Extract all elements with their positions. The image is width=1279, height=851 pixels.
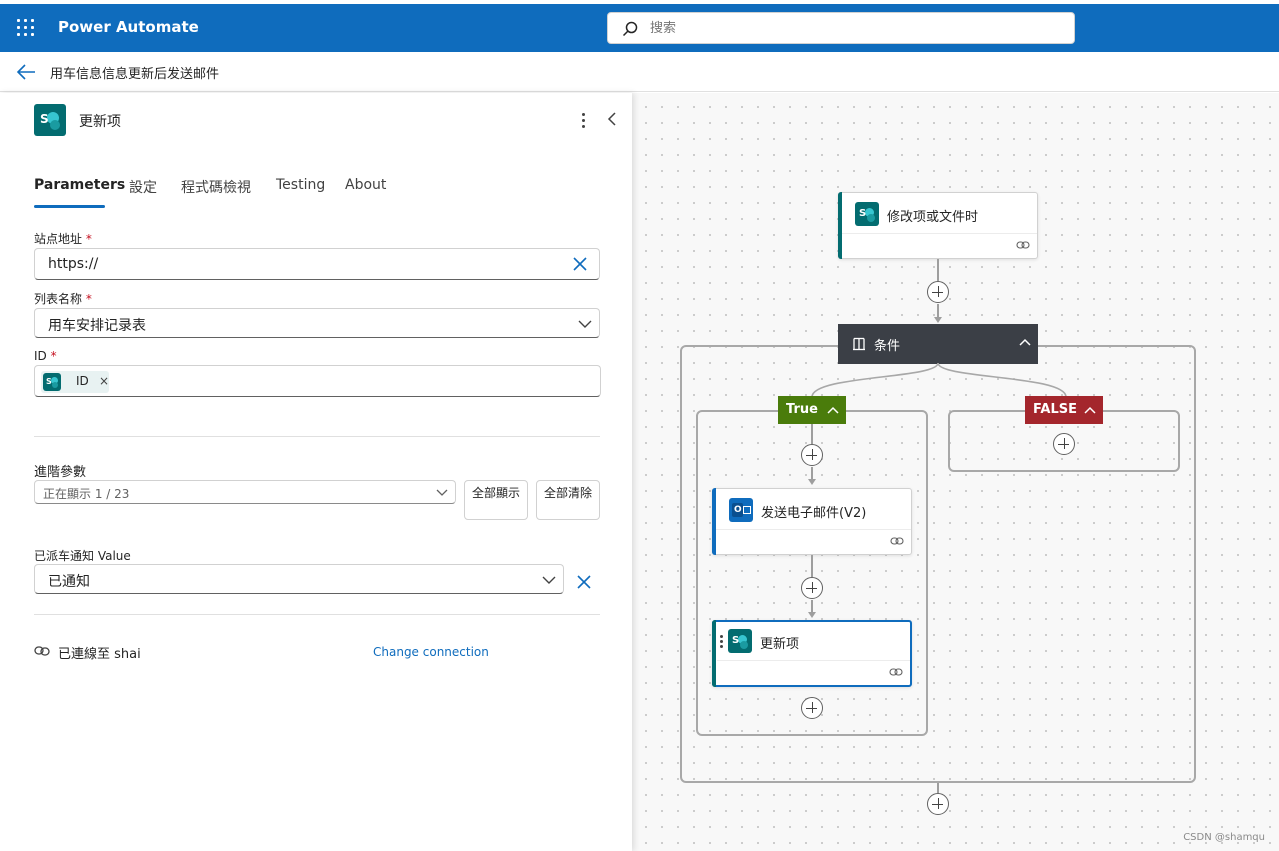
token-remove-button[interactable]: × (99, 374, 109, 388)
watermark: CSDN @shamqu (1183, 832, 1265, 843)
condition-header[interactable]: 条件 (838, 324, 1038, 364)
id-field[interactable]: S ID × (34, 365, 601, 397)
flow-header: 用车信息信息更新后发送邮件 (0, 52, 1279, 92)
sharepoint-icon: S (34, 104, 66, 136)
dynamic-content-token[interactable]: S ID × (41, 371, 109, 393)
chevron-up-icon[interactable] (827, 406, 839, 415)
link-icon (890, 537, 904, 545)
tab-parameters[interactable]: Parameters (34, 177, 125, 193)
link-icon (1016, 241, 1030, 249)
tab-code-view[interactable]: 程式碼檢視 (181, 177, 251, 197)
panel-title: 更新项 (79, 114, 121, 130)
change-connection-link[interactable]: Change connection (373, 645, 489, 659)
sharepoint-icon: S (43, 373, 61, 391)
add-action-button[interactable] (1053, 433, 1075, 455)
back-arrow-icon[interactable] (16, 63, 36, 81)
link-icon (34, 646, 50, 656)
condition-title: 条件 (874, 339, 901, 354)
link-icon (889, 668, 903, 676)
flow-title: 用车信息信息更新后发送邮件 (50, 67, 220, 82)
dispatch-notice-label: 已派车通知 Value (34, 549, 131, 563)
condition-icon (853, 337, 865, 351)
site-address-field[interactable]: https:// (34, 248, 600, 280)
false-branch-tag[interactable]: FALSE (1025, 396, 1103, 424)
chevron-down-icon[interactable] (542, 575, 556, 585)
sharepoint-icon: S (728, 629, 752, 653)
clear-all-button[interactable]: 全部清除 (536, 480, 600, 520)
trigger-card[interactable]: S 修改项或文件时 (838, 192, 1038, 259)
flow-canvas[interactable]: S 修改项或文件时 条件 True O 发送电子邮件(V2) S 更新项 FAL… (632, 93, 1279, 851)
collapse-icon[interactable] (606, 111, 618, 127)
search-icon (622, 21, 638, 37)
add-action-button[interactable] (801, 577, 823, 599)
app-title[interactable]: Power Automate (58, 18, 199, 36)
id-label: ID * (34, 349, 57, 363)
top-bar: Power Automate (0, 0, 1279, 52)
advanced-params-dropdown[interactable]: 正在顯示 1 / 23 (34, 480, 456, 504)
outlook-icon: O (729, 498, 753, 522)
connection-label: 已連線至 shai (58, 647, 141, 662)
more-icon[interactable] (576, 110, 592, 130)
true-branch-tag[interactable]: True (778, 396, 846, 424)
divider (34, 436, 600, 437)
advanced-params-label: 進階參數 (34, 465, 87, 480)
add-action-button[interactable] (927, 281, 949, 303)
action-config-panel: S 更新项 Parameters 設定 程式碼檢視 Testing About … (0, 93, 632, 851)
add-action-button[interactable] (801, 444, 823, 466)
update-item-card[interactable]: S 更新项 (712, 620, 912, 687)
site-address-label: 站点地址 * (34, 232, 92, 246)
clear-icon[interactable] (573, 257, 587, 271)
search-input[interactable] (650, 17, 1050, 39)
tab-settings[interactable]: 設定 (129, 177, 157, 197)
add-action-button[interactable] (801, 697, 823, 719)
update-item-title: 更新项 (760, 637, 800, 652)
list-name-dropdown[interactable]: 用车安排记录表 (34, 308, 600, 338)
send-email-card[interactable]: O 发送电子邮件(V2) (712, 488, 912, 555)
sharepoint-icon: S (855, 202, 879, 226)
chevron-up-icon[interactable] (1084, 406, 1096, 415)
chevron-up-icon[interactable] (1019, 338, 1031, 347)
chevron-down-icon[interactable] (436, 488, 448, 497)
trigger-title: 修改项或文件时 (887, 210, 979, 225)
waffle-icon[interactable] (16, 18, 36, 38)
send-email-title: 发送电子邮件(V2) (761, 506, 867, 521)
list-name-label: 列表名称 * (34, 292, 92, 306)
tab-about[interactable]: About (345, 177, 386, 193)
search-box[interactable] (607, 12, 1075, 44)
divider (34, 614, 600, 615)
active-tab-indicator (34, 205, 105, 208)
chevron-down-icon[interactable] (578, 319, 592, 329)
show-all-button[interactable]: 全部顯示 (464, 480, 528, 520)
add-action-button[interactable] (927, 793, 949, 815)
tab-testing[interactable]: Testing (276, 177, 325, 193)
clear-icon[interactable] (577, 575, 591, 589)
dispatch-notice-dropdown[interactable]: 已通知 (34, 564, 564, 594)
drag-handle-icon[interactable] (720, 635, 723, 649)
